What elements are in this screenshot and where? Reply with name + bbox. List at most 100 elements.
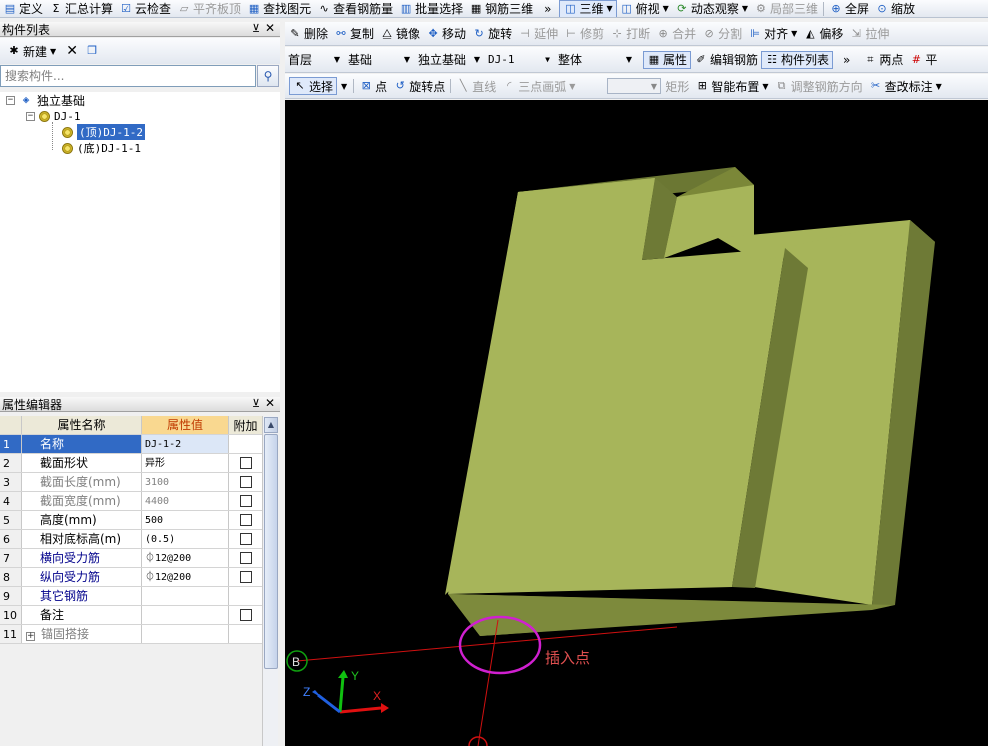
search-icon[interactable]: ⚲ <box>257 65 279 87</box>
property-row[interactable]: 8 纵向受力筋 ⏀12@200 <box>0 568 262 587</box>
add-checkbox[interactable] <box>239 609 252 621</box>
copy-button[interactable]: ⚯ 复制 <box>331 25 377 43</box>
scroll-thumb[interactable] <box>264 434 278 669</box>
property-value[interactable]: (0.5) <box>142 530 229 548</box>
edit-rebar-button[interactable]: ✐ 编辑钢筋 <box>691 51 761 69</box>
add-checkbox[interactable] <box>239 476 252 488</box>
add-checkbox[interactable] <box>239 495 252 507</box>
part-select[interactable]: 整体 ▼ <box>555 51 635 68</box>
component-select[interactable]: DJ-1 ▼ <box>485 51 553 68</box>
property-value[interactable]: 4400 <box>142 492 229 510</box>
add-checkbox[interactable] <box>239 457 252 469</box>
mirror-button[interactable]: ⧋ 镜像 <box>377 25 423 43</box>
fullscreen-button[interactable]: ⊕ 全屏 <box>826 0 872 17</box>
smart-place-button[interactable]: ⊞ 智能布置 ▼ <box>692 77 771 95</box>
view-3d-button[interactable]: ◫ 三维 ▼ <box>559 0 617 17</box>
property-value[interactable]: 500 <box>142 511 229 529</box>
property-value[interactable] <box>142 606 229 624</box>
pin-icon[interactable]: ⊻ <box>252 22 260 35</box>
delete-icon[interactable]: ✕ <box>65 44 79 58</box>
property-value[interactable]: ⏀12@200 <box>142 549 229 567</box>
arc-option-select[interactable]: ▼ <box>607 78 661 94</box>
move-button[interactable]: ✥ 移动 <box>423 25 469 43</box>
property-row[interactable]: 4 截面宽度(mm) 4400 <box>0 492 262 511</box>
local-3d-button[interactable]: ⚙ 局部三维 <box>751 0 821 17</box>
summary-calc-button[interactable]: Σ 汇总计算 <box>46 0 116 17</box>
add-checkbox[interactable] <box>239 533 252 545</box>
property-row[interactable]: 9 其它钢筋 <box>0 587 262 606</box>
rotate-button[interactable]: ↻ 旋转 <box>469 25 515 43</box>
properties-button[interactable]: ▦ 属性 <box>643 50 692 69</box>
copy-icon[interactable]: ❐ <box>85 44 99 58</box>
tree-node-root[interactable]: − ◈ 独立基础 <box>6 92 85 108</box>
property-value[interactable]: ⏀12@200 <box>142 568 229 586</box>
delete-button[interactable]: ✎ 删除 <box>285 25 331 43</box>
close-icon[interactable]: ✕ <box>265 21 275 35</box>
select-button[interactable]: ↖ 选择 <box>289 77 338 95</box>
property-value[interactable] <box>142 625 229 643</box>
align-slab-top-button[interactable]: ▱ 平齐板顶 <box>174 0 244 17</box>
rotate-point-button[interactable]: ↺ 旋转点 <box>390 77 448 95</box>
property-scrollbar[interactable]: ▲ <box>262 416 278 746</box>
component-list-button[interactable]: ☷ 构件列表 <box>761 50 834 69</box>
collapse-icon[interactable]: − <box>6 95 15 105</box>
align-button[interactable]: ⊫ 对齐 ▼ <box>745 25 800 43</box>
3d-viewport[interactable]: 插入点 B X Y Z <box>285 100 988 746</box>
top-view-button[interactable]: ◫ 俯视 ▼ <box>617 0 672 17</box>
type-select[interactable]: 独立基础 ▼ <box>415 51 483 68</box>
property-add-cell <box>229 606 262 624</box>
zoom-button[interactable]: ⊙ 缩放 <box>872 0 918 17</box>
extend-button[interactable]: ⊣ 延伸 <box>515 25 561 43</box>
arc-button[interactable]: ◜ 三点画弧 ▼ <box>499 77 578 95</box>
rebar-3d-button[interactable]: ▦ 钢筋三维 <box>466 0 536 17</box>
pin-icon[interactable]: ⊻ <box>252 397 260 410</box>
property-value[interactable]: DJ-1-2 <box>142 435 229 453</box>
property-value[interactable]: 3100 <box>142 473 229 491</box>
dynamic-view-button[interactable]: ⟳ 动态观察 ▼ <box>672 0 751 17</box>
trim-button[interactable]: ⊢ 修剪 <box>561 25 607 43</box>
point-button[interactable]: ⊠ 点 <box>356 77 390 95</box>
new-component-button[interactable]: ✱ 新建 ▼ <box>4 42 59 60</box>
property-value[interactable] <box>142 587 229 605</box>
cloud-check-button[interactable]: ☑ 云检查 <box>116 0 174 17</box>
add-checkbox[interactable] <box>239 514 252 526</box>
batch-select-button[interactable]: ▥ 批量选择 <box>396 0 466 17</box>
tree-node-bottom-layer[interactable]: (底)DJ-1-1 <box>62 140 141 156</box>
property-row[interactable]: 6 相对底标高(m) (0.5) <box>0 530 262 549</box>
floor-more-button[interactable]: » <box>833 51 860 69</box>
add-checkbox[interactable] <box>239 571 252 583</box>
stretch-button[interactable]: ⇲ 拉伸 <box>846 25 892 43</box>
toolbar-more-button[interactable]: » <box>536 0 559 17</box>
collapse-icon[interactable]: − <box>26 111 35 121</box>
search-input[interactable]: 搜索构件... <box>0 65 256 87</box>
tree-node-dj1[interactable]: − DJ-1 <box>26 108 81 124</box>
chevron-down-icon[interactable]: ▼ <box>341 82 347 91</box>
property-row[interactable]: 10 备注 <box>0 606 262 625</box>
category-select[interactable]: 基础 ▼ <box>345 51 413 68</box>
break-button[interactable]: ⊹ 打断 <box>607 25 653 43</box>
expand-icon[interactable]: + <box>26 632 35 641</box>
find-element-button[interactable]: ▦ 查找图元 <box>244 0 314 17</box>
merge-button[interactable]: ⊕ 合并 <box>653 25 699 43</box>
two-point-button[interactable]: ⌗ 两点 <box>860 51 906 69</box>
property-row[interactable]: 5 高度(mm) 500 <box>0 511 262 530</box>
line-button[interactable]: ╲ 直线 <box>453 77 499 95</box>
view-rebar-button[interactable]: ∿ 查看钢筋量 <box>314 0 396 17</box>
property-row[interactable]: 7 横向受力筋 ⏀12@200 <box>0 549 262 568</box>
property-row[interactable]: 11 + 锚固搭接 <box>0 625 262 644</box>
property-row[interactable]: 2 截面形状 异形 <box>0 454 262 473</box>
split-button[interactable]: ⊘ 分割 <box>699 25 745 43</box>
parallel-button[interactable]: # 平 <box>906 51 940 69</box>
property-row[interactable]: 3 截面长度(mm) 3100 <box>0 473 262 492</box>
define-button[interactable]: ▤ 定义 <box>0 0 46 17</box>
add-checkbox[interactable] <box>239 552 252 564</box>
offset-button[interactable]: ◭ 偏移 <box>800 25 846 43</box>
floor-select[interactable]: 首层 ▼ <box>285 51 343 68</box>
scroll-up-icon[interactable]: ▲ <box>264 417 278 433</box>
property-value[interactable]: 异形 <box>142 454 229 472</box>
tree-node-top-layer[interactable]: (顶)DJ-1-2 <box>62 124 145 140</box>
property-row[interactable]: 1 名称 DJ-1-2 <box>0 435 262 454</box>
adjust-rebar-direction-button[interactable]: ⧉ 调整钢筋方向 <box>772 77 866 95</box>
close-icon[interactable]: ✕ <box>265 396 275 410</box>
check-annotation-button[interactable]: ✂ 查改标注 ▼ <box>866 77 945 95</box>
